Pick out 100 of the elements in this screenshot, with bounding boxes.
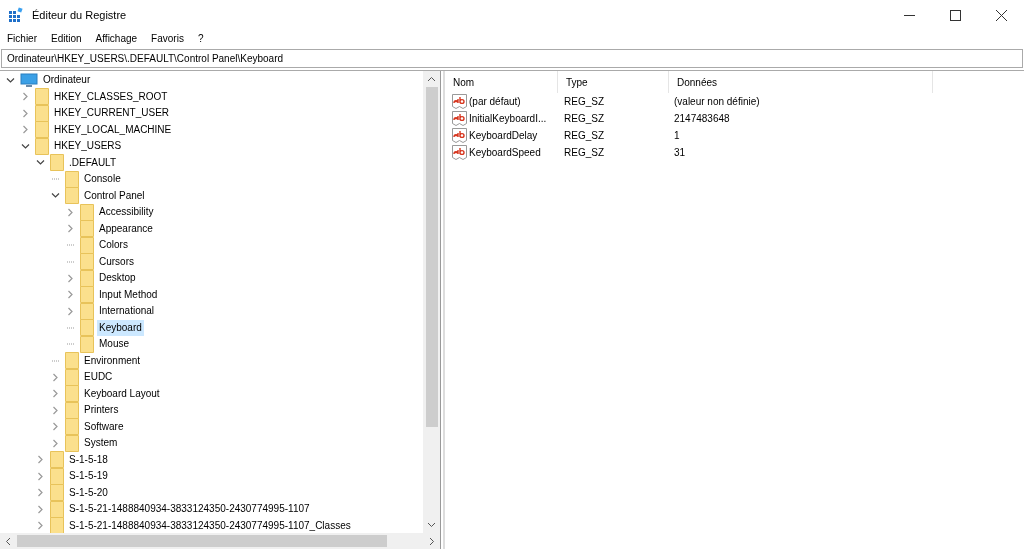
scroll-down-icon[interactable] xyxy=(427,522,436,528)
tree-item[interactable]: Control Panel xyxy=(82,187,147,204)
string-value-icon xyxy=(452,145,467,160)
expand-chevron-icon[interactable] xyxy=(66,290,75,300)
folder-icon xyxy=(80,335,94,353)
folder-icon xyxy=(35,137,49,155)
tree-item[interactable]: Keyboard Layout xyxy=(82,385,162,402)
tree-item[interactable]: Software xyxy=(82,418,126,435)
value-name[interactable]: KeyboardDelay xyxy=(469,130,538,141)
value-name[interactable]: (par défaut) xyxy=(469,96,521,107)
collapse-chevron-icon[interactable] xyxy=(36,158,45,168)
folder-icon xyxy=(80,302,94,320)
folder-icon xyxy=(35,121,49,139)
scroll-right-icon[interactable] xyxy=(429,536,435,546)
close-icon xyxy=(995,9,1007,21)
menu-item[interactable]: Favoris xyxy=(151,33,184,44)
collapse-chevron-icon[interactable] xyxy=(21,141,30,151)
tree-connector-line xyxy=(66,244,75,247)
tree-item[interactable]: Keyboard xyxy=(97,319,144,336)
string-value-icon xyxy=(452,94,467,109)
menu-item[interactable]: Affichage xyxy=(95,33,138,44)
scroll-left-icon[interactable] xyxy=(5,536,11,546)
folder-icon xyxy=(50,484,64,502)
tree-item[interactable]: S-1-5-20 xyxy=(67,484,110,501)
tree-item[interactable]: System xyxy=(82,435,120,452)
value-type: REG_SZ xyxy=(563,147,605,158)
folder-icon xyxy=(65,434,79,452)
column-header[interactable]: Données xyxy=(669,71,933,93)
folder-icon xyxy=(50,451,64,469)
tree-item[interactable]: HKEY_LOCAL_MACHINE xyxy=(52,121,174,138)
tree-item[interactable]: Input Method xyxy=(97,286,160,303)
folder-icon xyxy=(35,88,49,106)
scroll-up-icon[interactable] xyxy=(427,76,436,82)
expand-chevron-icon[interactable] xyxy=(36,504,45,514)
column-header[interactable]: Nom xyxy=(445,71,558,93)
tree-item[interactable]: HKEY_CLASSES_ROOT xyxy=(52,88,170,105)
menu-item[interactable]: Fichier xyxy=(7,33,37,44)
value-data: (valeur non définie) xyxy=(673,96,761,107)
expand-chevron-icon[interactable] xyxy=(21,92,30,102)
expand-chevron-icon[interactable] xyxy=(66,306,75,316)
value-name[interactable]: KeyboardSpeed xyxy=(469,147,541,158)
menu-item[interactable]: Edition xyxy=(51,33,82,44)
tree-item[interactable]: S-1-5-18 xyxy=(67,451,110,468)
tree-item[interactable]: Cursors xyxy=(97,253,136,270)
horizontal-scrollbar[interactable] xyxy=(0,533,440,549)
expand-chevron-icon[interactable] xyxy=(36,455,45,465)
expand-chevron-icon[interactable] xyxy=(21,125,30,135)
value-type: REG_SZ xyxy=(563,130,605,141)
tree-item[interactable]: HKEY_USERS xyxy=(52,138,124,155)
tree-item[interactable]: Ordinateur xyxy=(41,72,93,89)
value-data: 31 xyxy=(673,147,687,158)
expand-chevron-icon[interactable] xyxy=(51,422,60,432)
tree-item[interactable]: EUDC xyxy=(82,369,115,386)
folder-icon xyxy=(50,467,64,485)
folder-icon xyxy=(50,500,64,518)
tree-item[interactable]: .DEFAULT xyxy=(67,154,119,171)
expand-chevron-icon[interactable] xyxy=(36,471,45,481)
tree-item[interactable]: Colors xyxy=(97,237,130,254)
folder-icon xyxy=(65,352,79,370)
folder-icon xyxy=(65,385,79,403)
tree-connector-line xyxy=(66,260,75,263)
value-name[interactable]: InitialKeyboardI... xyxy=(469,113,547,124)
menu-item[interactable]: ? xyxy=(197,33,204,44)
expand-chevron-icon[interactable] xyxy=(66,273,75,283)
expand-chevron-icon[interactable] xyxy=(51,438,60,448)
tree-connector-line xyxy=(66,326,75,329)
folder-icon xyxy=(35,104,49,122)
vertical-scrollbar[interactable] xyxy=(423,71,440,533)
tree-item[interactable]: S-1-5-21-1488840934-3833124350-2430774995-1107_Classes xyxy=(67,517,353,533)
tree-item[interactable]: S-1-5-19 xyxy=(67,468,110,485)
tree-item[interactable]: Mouse xyxy=(97,336,131,353)
address-field[interactable]: Ordinateur\HKEY_USERS\.DEFAULT\Control Panel\Keyboard xyxy=(1,49,1023,68)
expand-chevron-icon[interactable] xyxy=(51,405,60,415)
expand-chevron-icon[interactable] xyxy=(36,521,45,531)
tree-item[interactable]: HKEY_CURRENT_USER xyxy=(52,105,172,122)
expand-chevron-icon[interactable] xyxy=(21,108,30,118)
tree-item[interactable]: Desktop xyxy=(97,270,138,287)
expand-chevron-icon[interactable] xyxy=(51,389,60,399)
tree-item[interactable]: Console xyxy=(82,171,123,188)
tree-item[interactable]: Appearance xyxy=(97,220,155,237)
collapse-chevron-icon[interactable] xyxy=(6,75,15,85)
column-header[interactable]: Type xyxy=(558,71,669,93)
expand-chevron-icon[interactable] xyxy=(36,488,45,498)
maximize-icon xyxy=(949,9,961,21)
expand-chevron-icon[interactable] xyxy=(51,372,60,382)
folder-icon xyxy=(65,187,79,205)
tree-item[interactable]: International xyxy=(97,303,157,320)
folder-icon xyxy=(65,170,79,188)
expand-chevron-icon[interactable] xyxy=(66,207,75,217)
tree-connector-line xyxy=(51,178,60,181)
tree-item[interactable]: Printers xyxy=(82,402,121,419)
tree-item[interactable]: Environment xyxy=(82,352,143,369)
value-data: 2147483648 xyxy=(673,113,731,124)
tree-item[interactable]: S-1-5-21-1488840934-3833124350-2430774995-1107 xyxy=(67,501,312,518)
tree-connector-line xyxy=(66,343,75,346)
collapse-chevron-icon[interactable] xyxy=(51,191,60,201)
tree-item[interactable]: Accessibility xyxy=(97,204,156,221)
folder-icon xyxy=(65,401,79,419)
expand-chevron-icon[interactable] xyxy=(66,224,75,234)
folder-icon xyxy=(80,220,94,238)
